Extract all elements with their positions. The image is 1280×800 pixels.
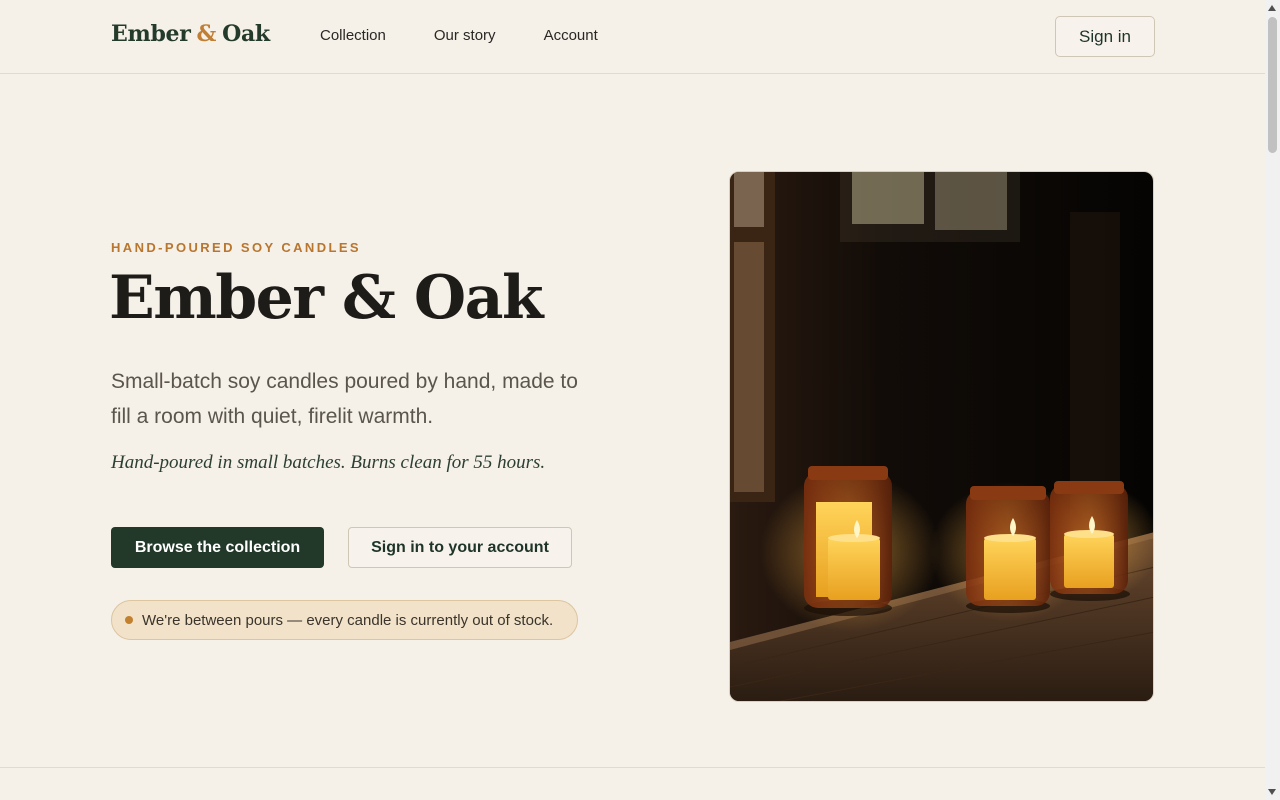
nav-link-our-story[interactable]: Our story (434, 26, 496, 46)
hero-candle-image (729, 171, 1154, 702)
header-sign-in-button[interactable]: Sign in (1055, 16, 1155, 57)
scrollbar-thumb[interactable] (1268, 17, 1277, 153)
main-nav: Collection Our story Account (320, 26, 598, 46)
nav-link-account[interactable]: Account (544, 26, 598, 46)
logo-word-ember: Ember (111, 21, 191, 47)
stock-notice-text: We're between pours — every candle is cu… (142, 611, 554, 629)
status-dot-icon (125, 616, 133, 624)
candle-photo-illustration (730, 172, 1153, 701)
scroll-up-arrow-icon[interactable] (1268, 5, 1276, 11)
logo-ampersand: & (196, 21, 217, 47)
scroll-down-arrow-icon[interactable] (1268, 789, 1276, 795)
section-divider (0, 767, 1265, 768)
brand-logo[interactable]: Ember & Oak (111, 21, 270, 47)
stock-notice: We're between pours — every candle is cu… (111, 600, 578, 640)
hero-eyebrow: HAND-POURED SOY CANDLES (111, 240, 361, 255)
page-viewport: Ember & Oak Collection Our story Account… (0, 0, 1265, 800)
nav-link-collection[interactable]: Collection (320, 26, 386, 46)
site-header: Ember & Oak Collection Our story Account… (0, 0, 1265, 74)
hero-tagline: Hand-poured in small batches. Burns clea… (111, 452, 546, 473)
logo-word-oak: Oak (222, 21, 270, 47)
sign-in-account-button[interactable]: Sign in to your account (348, 527, 572, 568)
page-scrollbar[interactable] (1265, 0, 1280, 800)
hero-description: Small-batch soy candles poured by hand, … (111, 370, 578, 428)
browse-collection-button[interactable]: Browse the collection (111, 527, 324, 568)
hero-title: Ember & Oak (109, 263, 544, 333)
